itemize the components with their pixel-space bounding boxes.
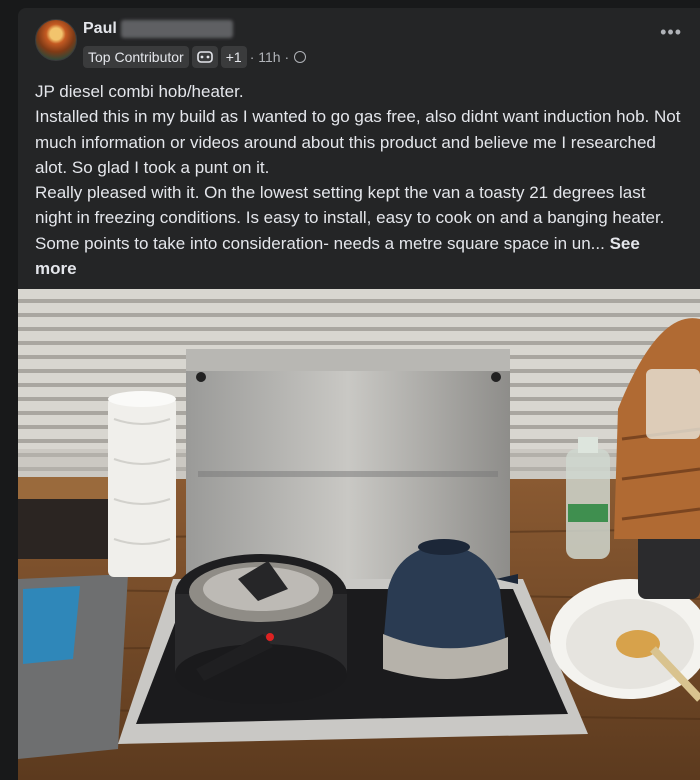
community-badge-icon[interactable] <box>191 46 218 68</box>
post-text-line: Installed this in my build as I wanted t… <box>35 107 681 177</box>
redacted-surname <box>120 20 233 38</box>
controller-icon <box>196 51 213 63</box>
post-photo[interactable] <box>18 289 700 780</box>
post-meta: Top Contributor +1 · 11h · <box>83 46 307 68</box>
post-header: Paul Top Contributor +1 · 11h · ••• <box>18 8 700 74</box>
author-name[interactable]: Paul <box>83 20 233 38</box>
avatar[interactable] <box>35 19 77 61</box>
post-text: JP diesel combi hob/heater. Installed th… <box>35 79 685 281</box>
post-text-line: JP diesel combi hob/heater. <box>35 82 244 101</box>
top-contributor-badge[interactable]: Top Contributor <box>83 46 189 68</box>
audience-globe-icon <box>294 51 307 63</box>
author-name-text[interactable]: Paul <box>83 20 117 37</box>
post-card: Paul Top Contributor +1 · 11h · ••• JP d… <box>18 8 700 780</box>
post-text-line: Really pleased with it. On the lowest se… <box>35 180 685 281</box>
more-options-icon[interactable]: ••• <box>660 22 682 43</box>
extra-badges-count[interactable]: +1 <box>220 46 247 68</box>
post-time[interactable]: · 11h · <box>250 49 289 65</box>
post-text-truncated: Really pleased with it. On the lowest se… <box>35 183 665 253</box>
hob-heater-photo <box>18 289 700 780</box>
